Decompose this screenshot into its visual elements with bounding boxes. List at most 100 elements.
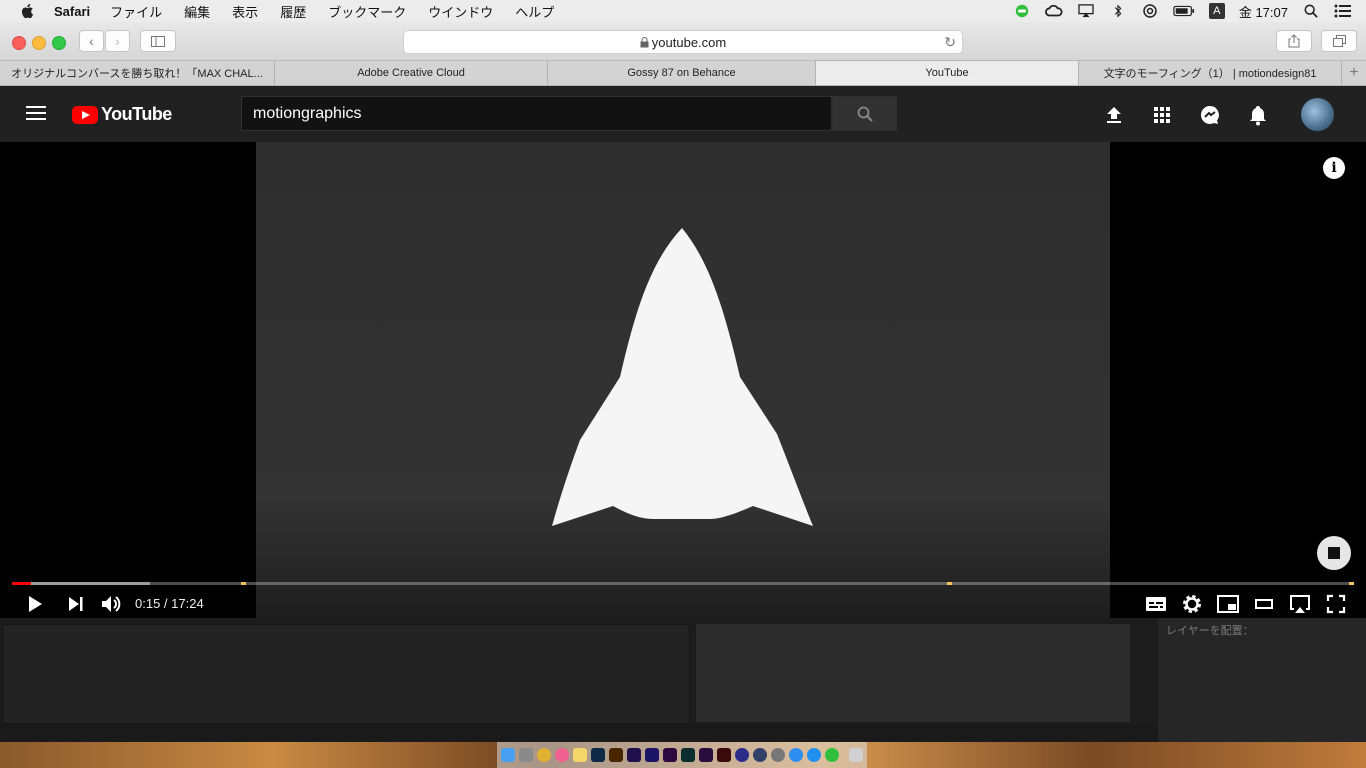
apps-grid-icon[interactable] bbox=[1150, 103, 1174, 127]
safari-dock-icon[interactable] bbox=[789, 748, 803, 762]
menu-help[interactable]: ヘルプ bbox=[515, 2, 554, 21]
align-panel: レイヤーを配置： bbox=[1158, 618, 1366, 742]
youtube-logo[interactable]: YouTube bbox=[72, 104, 172, 125]
itunes-dock-icon[interactable] bbox=[555, 748, 569, 762]
apple-icon[interactable] bbox=[20, 3, 36, 19]
progress-bar[interactable] bbox=[12, 582, 1355, 585]
menu-window[interactable]: ウインドウ bbox=[428, 2, 493, 21]
media-encoder-dock-icon[interactable] bbox=[645, 748, 659, 762]
menu-bar: Safari ファイル 編集 表示 履歴 ブックマーク ウインドウ ヘルプ A … bbox=[0, 0, 1366, 22]
settings-gear-icon[interactable] bbox=[1180, 592, 1204, 616]
theater-mode-button[interactable] bbox=[1252, 592, 1276, 616]
show-all-tabs-button[interactable] bbox=[1321, 30, 1357, 52]
app-store-dock-icon[interactable] bbox=[807, 748, 821, 762]
menu-history[interactable]: 履歴 bbox=[280, 2, 306, 21]
youtube-wordmark: YouTube bbox=[101, 104, 172, 124]
search-input[interactable]: motiongraphics bbox=[241, 96, 832, 131]
airplay-button[interactable] bbox=[1288, 592, 1312, 616]
window-zoom-button[interactable] bbox=[52, 36, 66, 50]
forward-button[interactable]: › bbox=[105, 30, 130, 52]
app-dock-icon-1[interactable] bbox=[735, 748, 749, 762]
tab-gossy-behance[interactable]: Gossy 87 on Behance bbox=[548, 61, 816, 85]
menu-file[interactable]: ファイル bbox=[110, 2, 162, 21]
notifications-bell-icon[interactable] bbox=[1246, 103, 1270, 127]
dock bbox=[497, 742, 867, 768]
sidebar-toggle-button[interactable] bbox=[140, 30, 176, 52]
input-source-indicator[interactable]: A bbox=[1208, 3, 1225, 19]
stop-button[interactable] bbox=[1317, 536, 1351, 570]
premiere-dock-icon[interactable] bbox=[663, 748, 677, 762]
tabs-overview-icon bbox=[1332, 35, 1346, 47]
menu-view[interactable]: 表示 bbox=[232, 2, 258, 21]
window-close-button[interactable] bbox=[12, 36, 26, 50]
animate-dock-icon[interactable] bbox=[717, 748, 731, 762]
chevron-right-icon: › bbox=[115, 33, 120, 49]
battery-icon[interactable] bbox=[1173, 4, 1195, 18]
chapter-marker bbox=[240, 582, 246, 585]
search-button[interactable] bbox=[832, 96, 897, 131]
editor-bottom-bar bbox=[0, 724, 1158, 741]
account-avatar[interactable] bbox=[1301, 98, 1334, 131]
creative-cloud-icon[interactable] bbox=[1044, 4, 1063, 18]
bluetooth-icon[interactable] bbox=[1109, 4, 1127, 18]
chevron-left-icon: ‹ bbox=[89, 33, 94, 49]
chapter-marker bbox=[946, 582, 952, 585]
align-layers-label: レイヤーを配置： bbox=[1166, 625, 1254, 637]
share-button[interactable] bbox=[1276, 30, 1312, 52]
back-button[interactable]: ‹ bbox=[79, 30, 104, 52]
address-bar[interactable]: youtube.com ↻ bbox=[403, 30, 963, 54]
guide-menu-icon[interactable] bbox=[26, 106, 46, 122]
after-effects-dock-icon[interactable] bbox=[627, 748, 641, 762]
app-dock-icon-2[interactable] bbox=[753, 748, 767, 762]
tab-motiondesign81[interactable]: 文字のモーフィング（1） | motiondesign81 bbox=[1079, 61, 1342, 85]
progress-played bbox=[12, 582, 31, 585]
illustrator-dock-icon[interactable] bbox=[609, 748, 623, 762]
lock-icon bbox=[640, 36, 649, 47]
menu-edit[interactable]: 編集 bbox=[184, 2, 210, 21]
progress-buffered bbox=[12, 582, 151, 585]
search-icon bbox=[857, 106, 873, 122]
character-animator-dock-icon[interactable] bbox=[699, 748, 713, 762]
airplay-icon[interactable] bbox=[1077, 4, 1095, 18]
reload-icon[interactable]: ↻ bbox=[944, 34, 956, 51]
chapter-marker bbox=[1349, 582, 1355, 585]
menu-bookmarks[interactable]: ブックマーク bbox=[328, 2, 406, 21]
play-button[interactable] bbox=[22, 592, 46, 616]
stop-icon bbox=[1328, 547, 1340, 559]
subtitles-button[interactable] bbox=[1144, 592, 1168, 616]
notification-center-icon[interactable] bbox=[1334, 4, 1352, 18]
tab-adobe-creative-cloud[interactable]: Adobe Creative Cloud bbox=[275, 61, 548, 85]
new-tab-button[interactable]: + bbox=[1342, 61, 1366, 85]
window-minimize-button[interactable] bbox=[32, 36, 46, 50]
line-dock-icon[interactable] bbox=[825, 748, 839, 762]
sidebar-icon bbox=[151, 35, 165, 47]
tab-youtube[interactable]: YouTube bbox=[816, 61, 1079, 85]
menu-app-safari[interactable]: Safari bbox=[54, 4, 90, 19]
system-preferences-dock-icon[interactable] bbox=[771, 748, 785, 762]
editor-panel-center bbox=[696, 624, 1130, 722]
spotlight-search-icon[interactable] bbox=[1302, 4, 1320, 18]
chrome-dock-icon[interactable] bbox=[537, 748, 551, 762]
tab-max-challenge[interactable]: オリジナルコンバースを勝ち取れ！「MAX CHAL... bbox=[0, 61, 275, 85]
trash-dock-icon[interactable] bbox=[849, 748, 863, 762]
time-display: 0:15 / 17:24 bbox=[135, 596, 204, 611]
photoshop-dock-icon[interactable] bbox=[591, 748, 605, 762]
info-icon[interactable]: i bbox=[1323, 157, 1345, 179]
finder-dock-icon[interactable] bbox=[501, 748, 515, 762]
launchpad-dock-icon[interactable] bbox=[519, 748, 533, 762]
messages-icon[interactable] bbox=[1198, 103, 1222, 127]
line-app-icon[interactable] bbox=[1013, 4, 1031, 18]
wifi-icon[interactable] bbox=[1141, 4, 1159, 18]
fullscreen-button[interactable] bbox=[1324, 592, 1348, 616]
menubar-clock[interactable]: 金 17:07 bbox=[1239, 2, 1288, 21]
volume-button[interactable] bbox=[99, 592, 123, 616]
editor-panel-left bbox=[2, 624, 690, 724]
miniplayer-button[interactable] bbox=[1216, 592, 1240, 616]
notes-dock-icon[interactable] bbox=[573, 748, 587, 762]
youtube-play-logo-icon bbox=[72, 105, 98, 124]
dimension-dock-icon[interactable] bbox=[681, 748, 695, 762]
next-video-button[interactable] bbox=[64, 592, 88, 616]
upload-icon[interactable] bbox=[1102, 103, 1126, 127]
url-text: youtube.com bbox=[651, 34, 727, 50]
share-icon bbox=[1288, 34, 1300, 48]
